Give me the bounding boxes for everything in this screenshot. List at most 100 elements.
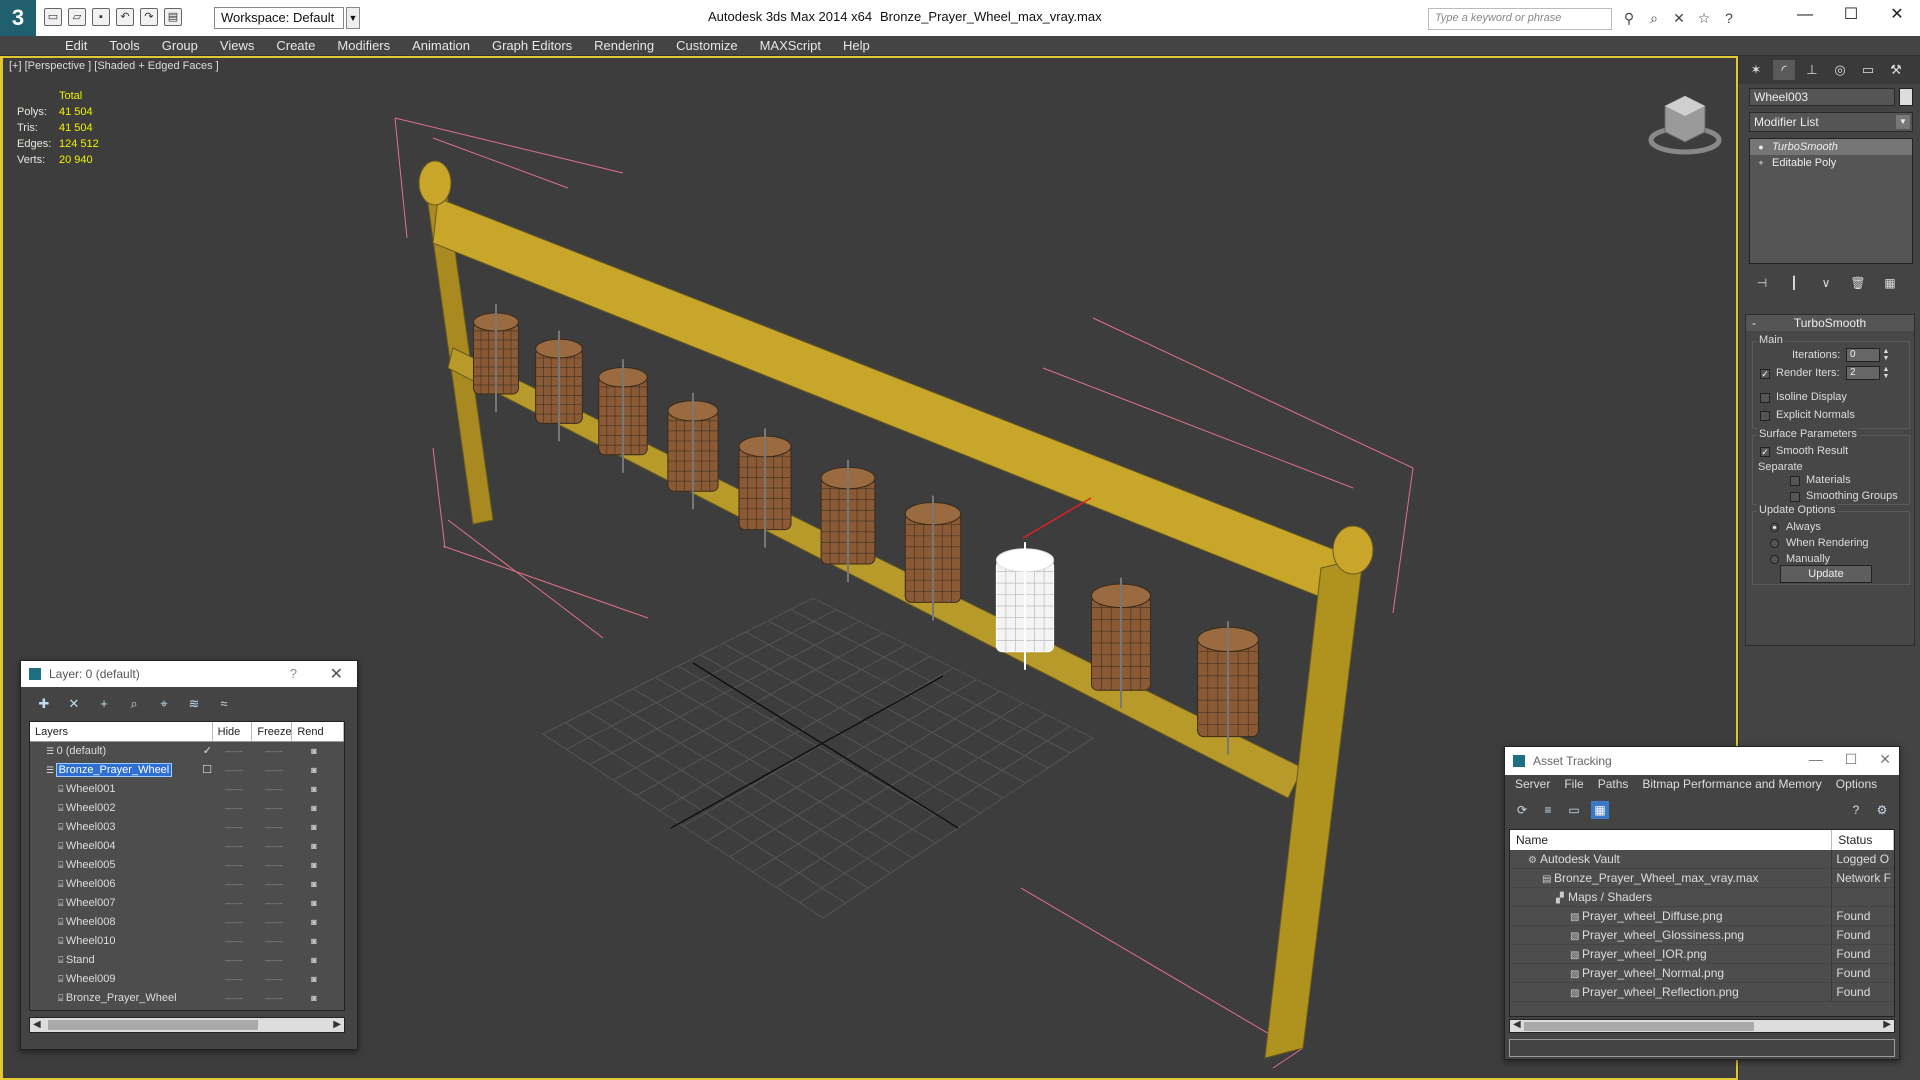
maximize-icon[interactable]: ☐ <box>1828 0 1874 30</box>
make-unique-icon[interactable]: ∨ <box>1817 274 1835 292</box>
freeze-toggle[interactable]: —— <box>254 970 294 989</box>
render-toggle-icon[interactable]: ◙ <box>294 837 334 856</box>
hide-all-icon[interactable]: ≋ <box>183 695 205 713</box>
freeze-toggle[interactable]: —— <box>254 856 294 875</box>
asset-row[interactable]: ▞ Maps / Shaders <box>1510 888 1894 907</box>
hide-toggle[interactable]: —— <box>214 894 254 913</box>
highlight-layer-icon[interactable]: ⌖ <box>153 695 175 713</box>
search-input[interactable]: Type a keyword or phrase <box>1428 8 1612 30</box>
menu-customize[interactable]: Customize <box>665 36 748 55</box>
asset-name-cell[interactable]: ▧ Prayer_wheel_IOR.png <box>1510 945 1833 963</box>
hide-toggle[interactable]: —— <box>214 913 254 932</box>
render-toggle-icon[interactable]: ◙ <box>294 970 334 989</box>
layer-name-cell[interactable]: ⌸ Wheel006 <box>30 875 214 894</box>
chevron-down-icon[interactable]: ▼ <box>346 7 360 29</box>
layer-row[interactable]: ⌸ Wheel005 —— —— ◙ <box>30 856 344 875</box>
render-toggle-icon[interactable]: ◙ <box>294 780 334 799</box>
close-icon[interactable]: ✕ <box>330 664 343 684</box>
materials-checkbox[interactable] <box>1790 476 1800 486</box>
asset-menu-paths[interactable]: Paths <box>1592 775 1635 795</box>
minimize-icon[interactable]: — <box>1809 751 1823 768</box>
freeze-toggle[interactable]: —— <box>254 742 294 761</box>
asset-menu-file[interactable]: File <box>1558 775 1589 795</box>
expand-icon[interactable]: + <box>1756 158 1766 168</box>
freeze-toggle[interactable]: —— <box>254 951 294 970</box>
hierarchy-tab-icon[interactable]: ⊥ <box>1801 60 1823 80</box>
asset-horizontal-scrollbar[interactable]: ◀ ▶ <box>1509 1019 1895 1033</box>
modify-tab-icon[interactable]: ◜ <box>1773 60 1795 80</box>
when-rendering-radio[interactable] <box>1770 539 1779 548</box>
manually-radio[interactable] <box>1770 555 1779 564</box>
freeze-toggle[interactable]: —— <box>254 989 294 1008</box>
asset-name-cell[interactable]: ▤ Bronze_Prayer_Wheel_max_vray.max <box>1510 869 1833 887</box>
col-layers[interactable]: Layers <box>30 722 213 741</box>
maximize-icon[interactable]: ☐ <box>1845 751 1858 768</box>
render-toggle-icon[interactable]: ◙ <box>294 989 334 1008</box>
layer-row[interactable]: ⌸ Stand —— —— ◙ <box>30 951 344 970</box>
layer-row[interactable]: ⌸ Wheel009 —— —— ◙ <box>30 970 344 989</box>
render-toggle-icon[interactable]: ◙ <box>294 875 334 894</box>
spinner-arrows-icon[interactable]: ▲ ▼ <box>1882 348 1890 362</box>
layer-name-cell[interactable]: ⌸ Wheel004 <box>30 837 214 856</box>
hide-toggle[interactable]: —— <box>214 989 254 1008</box>
object-name-field[interactable]: Wheel003 <box>1749 88 1895 106</box>
freeze-toggle[interactable]: —— <box>254 780 294 799</box>
asset-menu-options[interactable]: Options <box>1830 775 1883 795</box>
display-tab-icon[interactable]: ▭ <box>1857 60 1879 80</box>
asset-menu-bitmap[interactable]: Bitmap Performance and Memory <box>1636 775 1827 795</box>
layer-row[interactable]: ☰ Bronze_Prayer_Wheel ☐ —— —— ◙ <box>30 761 344 780</box>
lightbulb-icon[interactable]: ● <box>1756 142 1766 152</box>
layer-horizontal-scrollbar[interactable]: ◀ ▶ <box>29 1017 345 1033</box>
menu-maxscript[interactable]: MAXScript <box>749 36 832 55</box>
asset-row[interactable]: ▧ Prayer_wheel_Glossiness.png Found <box>1510 926 1894 945</box>
hide-toggle[interactable]: —— <box>214 799 254 818</box>
layer-name-cell[interactable]: ☰ 0 (default) ✓ <box>30 742 214 761</box>
layer-name-cell[interactable]: ⌸ Wheel010 <box>30 932 214 951</box>
menu-group[interactable]: Group <box>151 36 209 55</box>
menu-help[interactable]: Help <box>832 36 881 55</box>
spinner-arrows-icon[interactable]: ▲ ▼ <box>1882 366 1890 380</box>
object-color-swatch[interactable] <box>1899 88 1913 106</box>
redo-icon[interactable]: ↷ <box>140 8 158 26</box>
render-iters-spinner[interactable]: 2 <box>1846 366 1880 380</box>
stack-item-turbosmooth[interactable]: ● TurboSmooth <box>1750 139 1912 155</box>
col-name[interactable]: Name <box>1510 830 1833 850</box>
asset-row[interactable]: ▧ Prayer_wheel_Normal.png Found <box>1510 964 1894 983</box>
render-toggle-icon[interactable]: ◙ <box>294 799 334 818</box>
freeze-toggle[interactable]: —— <box>254 875 294 894</box>
menu-rendering[interactable]: Rendering <box>583 36 665 55</box>
viewcube[interactable] <box>1643 88 1723 158</box>
asset-row[interactable]: ▧ Prayer_wheel_Reflection.png Found <box>1510 983 1894 1002</box>
layer-row[interactable]: ⌸ Wheel007 —— —— ◙ <box>30 894 344 913</box>
open-icon[interactable]: ▱ <box>68 8 86 26</box>
render-toggle-icon[interactable]: ◙ <box>294 818 334 837</box>
menu-modifiers[interactable]: Modifiers <box>326 36 401 55</box>
hide-toggle[interactable]: —— <box>214 761 254 780</box>
freeze-toggle[interactable]: —— <box>254 894 294 913</box>
utilities-tab-icon[interactable]: ⚒ <box>1885 60 1907 80</box>
scroll-left-icon[interactable]: ◀ <box>1513 1019 1521 1030</box>
freeze-toggle[interactable]: —— <box>254 913 294 932</box>
isoline-checkbox[interactable] <box>1760 393 1770 403</box>
scroll-thumb[interactable] <box>1524 1022 1754 1031</box>
layer-name-cell[interactable]: ⌸ Wheel008 <box>30 913 214 932</box>
help-icon[interactable]: ? <box>1847 801 1865 819</box>
layer-name-cell[interactable]: ☰ Bronze_Prayer_Wheel ☐ <box>30 761 214 780</box>
iterations-spinner[interactable]: 0 <box>1846 348 1880 362</box>
layer-name-cell[interactable]: ⌸ Wheel003 <box>30 818 214 837</box>
asset-name-cell[interactable]: ⚙ Autodesk Vault <box>1510 850 1833 868</box>
hide-toggle[interactable]: —— <box>214 856 254 875</box>
layer-row[interactable]: ⌸ Bronze_Prayer_Wheel —— —— ◙ <box>30 989 344 1008</box>
viewport-label[interactable]: [+] [Perspective ] [Shaded + Edged Faces… <box>9 60 219 72</box>
set-current-icon[interactable]: ☐ <box>202 761 212 780</box>
star-icon[interactable]: ☆ <box>1695 9 1713 27</box>
layer-name-cell[interactable]: ⌸ Wheel002 <box>30 799 214 818</box>
asset-path-field[interactable] <box>1509 1039 1895 1057</box>
freeze-toggle[interactable]: —— <box>254 761 294 780</box>
asset-row[interactable]: ▧ Prayer_wheel_IOR.png Found <box>1510 945 1894 964</box>
col-render[interactable]: Rend <box>292 722 344 741</box>
help-icon[interactable]: ? <box>1720 9 1738 27</box>
hide-toggle[interactable]: —— <box>214 742 254 761</box>
asset-window-titlebar[interactable]: Asset Tracking — ☐ ✕ <box>1505 747 1899 775</box>
asset-menu-server[interactable]: Server <box>1509 775 1556 795</box>
